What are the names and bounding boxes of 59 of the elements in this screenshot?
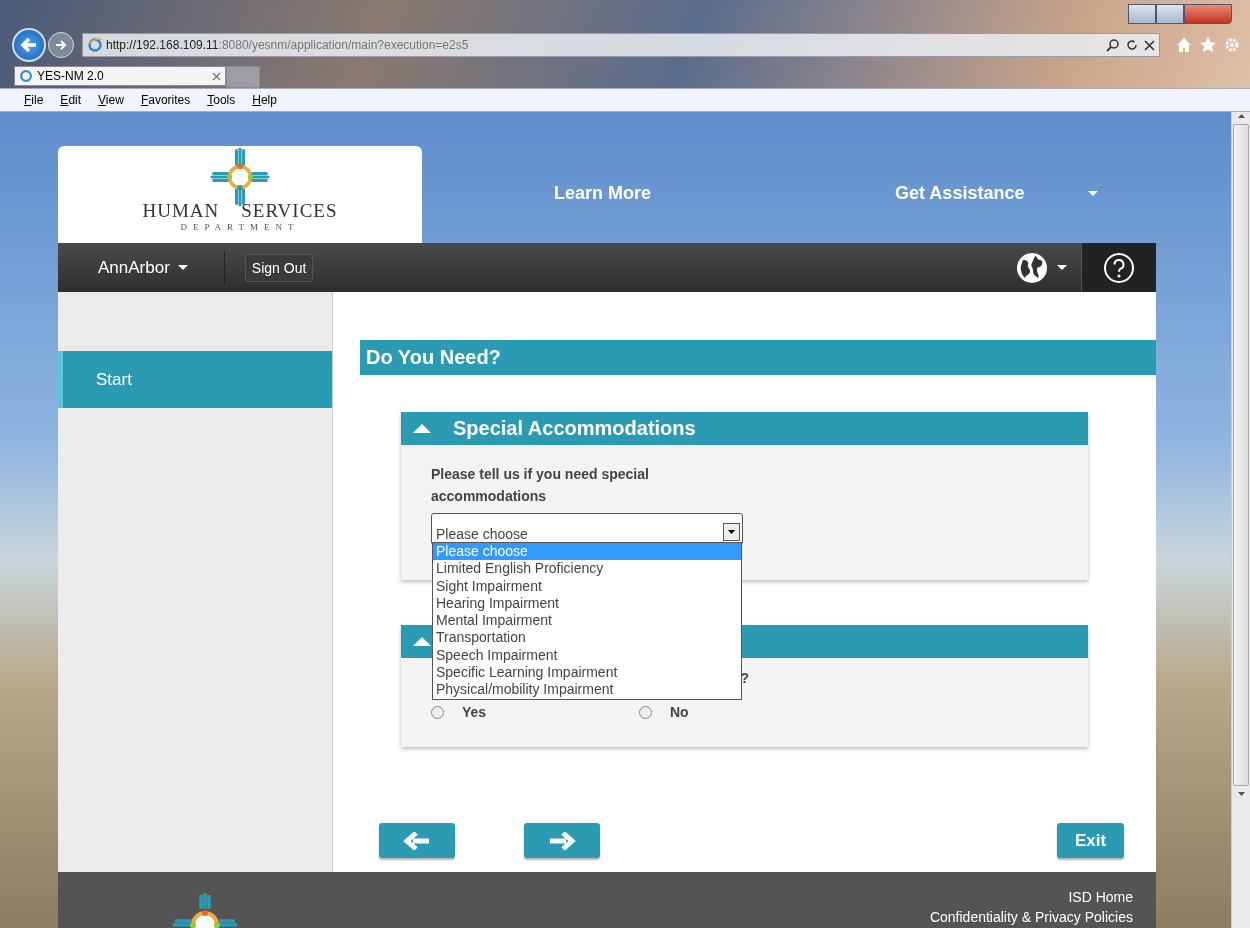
forward-button[interactable] [48, 32, 74, 58]
dropdown-option[interactable]: Mental Impairment [433, 612, 741, 630]
menu-item[interactable]: View [98, 93, 124, 107]
dropdown-option[interactable]: Limited English Proficiency [433, 560, 741, 578]
language-menu[interactable] [1015, 250, 1067, 285]
caret-icon[interactable] [1088, 191, 1099, 196]
dropdown-option[interactable]: Physical/mobility Impairment [433, 681, 741, 699]
footer-link[interactable]: ISD Home [1068, 889, 1133, 905]
address-bar[interactable]: http://192.168.109.11:8080/yesnm/application/main?execution=e2s5 [82, 33, 1160, 57]
back-button[interactable] [12, 28, 46, 62]
dropdown-option[interactable]: Transportation [433, 629, 741, 647]
collapse-icon[interactable] [413, 424, 431, 433]
collapse-icon[interactable] [413, 637, 431, 646]
minimize-button[interactable] [1128, 4, 1156, 24]
close-tab-icon[interactable] [212, 71, 221, 81]
browser-tab[interactable]: YES-NM 2.0 [14, 66, 226, 86]
question-text: ? [740, 670, 749, 688]
user-menu[interactable]: AnnArbor [98, 257, 188, 278]
stop-icon[interactable] [1144, 39, 1155, 51]
back-button[interactable] [379, 823, 455, 858]
dropdown-option[interactable]: Specific Learning Impairment [433, 664, 741, 682]
close-button[interactable] [1184, 4, 1232, 24]
zia-sun-icon [172, 892, 238, 928]
dropdown-option[interactable]: Sight Impairment [433, 577, 741, 595]
help-icon [1103, 251, 1135, 284]
next-button[interactable] [524, 823, 600, 858]
menu-item[interactable]: Favorites [140, 93, 191, 107]
menu-item[interactable]: Edit [60, 93, 82, 107]
question-text: Please tell us if you need special accommodations [431, 465, 650, 506]
menu-item[interactable]: Help [252, 93, 277, 107]
menu-item[interactable]: File [24, 93, 44, 107]
dropdown-option[interactable]: Speech Impairment [433, 646, 741, 665]
footer-link[interactable]: Confidentiality & Privacy Policies [929, 909, 1133, 925]
star-icon[interactable] [1200, 37, 1216, 53]
scroll-up-icon[interactable] [1237, 114, 1245, 118]
sign-out-button[interactable]: Sign Out [244, 253, 314, 282]
forward-arrow-icon [54, 38, 68, 52]
accommodation-select[interactable]: Please choose [431, 513, 743, 545]
caret-icon [177, 265, 188, 270]
help-button[interactable] [1081, 243, 1156, 292]
logo-text: HUMAN [142, 200, 220, 222]
refresh-icon[interactable] [1126, 39, 1138, 51]
page-title: Do You Need? [360, 340, 1156, 375]
menu-item[interactable]: Tools [207, 93, 236, 107]
caret-icon [1057, 265, 1067, 270]
scroll-down-icon[interactable] [1237, 792, 1245, 796]
maximize-button[interactable] [1156, 4, 1184, 24]
browser-logo-icon [87, 37, 103, 53]
logo-subtitle: DEPARTMENT [180, 222, 300, 232]
dropdown-option[interactable]: Hearing Impairment [433, 594, 741, 613]
scrollbar[interactable] [1231, 112, 1250, 928]
globe-icon [1015, 250, 1049, 285]
search-icon[interactable] [1106, 38, 1120, 52]
right-arrow-icon [548, 831, 576, 850]
logo-text: SERVICES [241, 200, 338, 222]
browser-logo-icon [19, 69, 33, 83]
radio-option[interactable]: Yes [431, 704, 639, 720]
radio-option[interactable]: No [639, 704, 847, 720]
left-arrow-icon [403, 831, 431, 850]
